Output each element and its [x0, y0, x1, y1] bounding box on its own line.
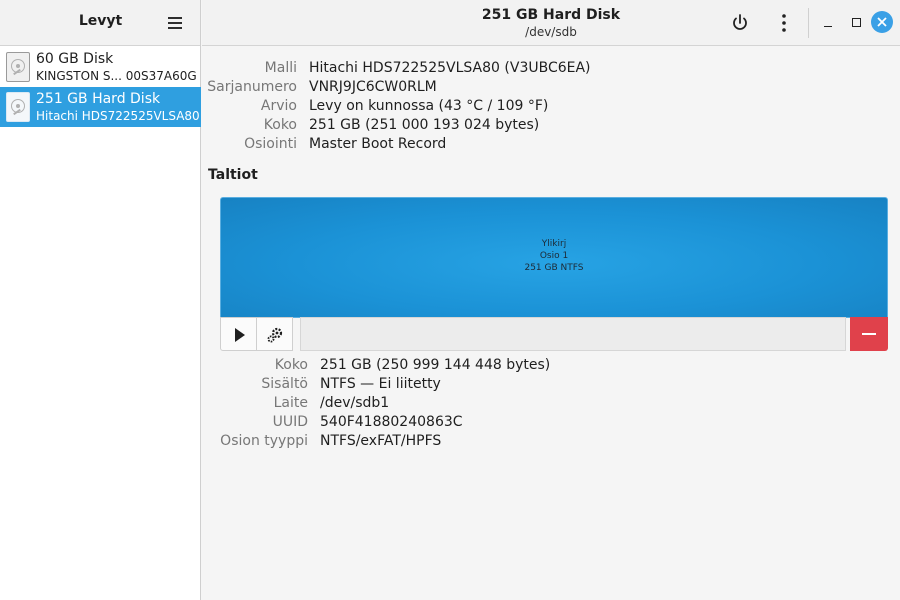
disk-subtitle: KINGSTON S... 00S37A60G: [36, 69, 197, 83]
info-value: VNRJ9JC6CW0RLM: [309, 79, 437, 95]
disk-item-60gb[interactable]: 60 GB Disk KINGSTON S... 00S37A60G: [0, 47, 201, 87]
maximize-button[interactable]: [845, 11, 869, 35]
info-row-model: Malli Hitachi HDS722525VLSA80 (V3UBC6EA): [202, 60, 892, 79]
info-value: /dev/sdb1: [320, 395, 390, 411]
info-label: Osiointi: [244, 136, 297, 152]
disk-list: 60 GB Disk KINGSTON S... 00S37A60G 251 G…: [0, 47, 201, 127]
maximize-icon: [852, 18, 861, 27]
info-row-assessment: Arvio Levy on kunnossa (43 °C / 109 °F): [202, 98, 892, 117]
disk-name: 60 GB Disk: [36, 51, 114, 67]
main-content: Malli Hitachi HDS722525VLSA80 (V3UBC6EA)…: [202, 47, 900, 600]
vol-info-row-size: Koko 251 GB (250 999 144 448 bytes): [202, 357, 892, 376]
minimize-button[interactable]: [816, 11, 840, 35]
info-label: Koko: [274, 357, 308, 373]
info-value: NTFS/exFAT/HPFS: [320, 433, 442, 449]
volume-label: Ylikirj: [541, 239, 567, 249]
close-button[interactable]: [871, 11, 893, 33]
vertical-dots-icon[interactable]: [772, 11, 796, 35]
sidebar-header: Levyt: [0, 0, 200, 46]
info-label: UUID: [272, 414, 308, 430]
hamburger-menu-icon[interactable]: [165, 14, 185, 32]
gears-icon: [267, 327, 283, 343]
info-label: Laite: [273, 395, 308, 411]
sidebar: Levyt 60 GB Disk KINGSTON S... 00S37A60G…: [0, 0, 201, 600]
play-icon: [235, 328, 245, 342]
header-separator: [808, 8, 809, 38]
volumes-section-title: Taltiot: [208, 167, 258, 183]
volume-options-button[interactable]: [256, 317, 293, 351]
volume-toolbar: [220, 317, 888, 351]
info-value: Master Boot Record: [309, 136, 447, 152]
info-value: NTFS — Ei liitetty: [320, 376, 441, 392]
minimize-icon: [824, 26, 832, 27]
info-label: Koko: [263, 117, 297, 133]
info-value: Levy on kunnossa (43 °C / 109 °F): [309, 98, 549, 114]
vol-info-row-device: Laite /dev/sdb1: [202, 395, 892, 414]
info-label: Arvio: [260, 98, 297, 114]
mount-button[interactable]: [220, 317, 257, 351]
close-icon: [877, 17, 887, 27]
vol-info-row-uuid: UUID 540F41880240863C: [202, 414, 892, 433]
info-value: 251 GB (251 000 193 024 bytes): [309, 117, 540, 133]
info-value: 540F41880240863C: [320, 414, 463, 430]
delete-partition-button[interactable]: [850, 317, 888, 351]
info-row-partitioning: Osiointi Master Boot Record: [202, 136, 892, 155]
info-label: Osion tyyppi: [220, 433, 308, 449]
info-label: Malli: [264, 60, 297, 76]
info-label: Sisältö: [261, 376, 308, 392]
vol-info-row-partition-type: Osion tyyppi NTFS/exFAT/HPFS: [202, 433, 892, 452]
volume-block-partition-1[interactable]: Ylikirj Osio 1 251 GB NTFS: [220, 197, 888, 318]
header-bar: 251 GB Hard Disk /dev/sdb: [202, 0, 900, 46]
info-value: Hitachi HDS722525VLSA80 (V3UBC6EA): [309, 60, 591, 76]
power-icon[interactable]: [728, 11, 752, 35]
info-label: Sarjanumero: [207, 79, 297, 95]
hard-disk-icon: [6, 92, 30, 122]
vol-info-row-contents: Sisältö NTFS — Ei liitetty: [202, 376, 892, 395]
minus-icon: [862, 333, 876, 335]
disk-name: 251 GB Hard Disk: [36, 91, 161, 107]
disk-item-251gb[interactable]: 251 GB Hard Disk Hitachi HDS722525VLSA80: [0, 87, 201, 127]
toolbar-spacer: [300, 317, 846, 351]
volume-partition: Osio 1: [539, 251, 569, 261]
hard-disk-icon: [6, 52, 30, 82]
info-value: 251 GB (250 999 144 448 bytes): [320, 357, 551, 373]
info-row-serial: Sarjanumero VNRJ9JC6CW0RLM: [202, 79, 892, 98]
info-row-size: Koko 251 GB (251 000 193 024 bytes): [202, 117, 892, 136]
volume-size-type: 251 GB NTFS: [524, 263, 584, 273]
disk-subtitle: Hitachi HDS722525VLSA80: [36, 109, 200, 123]
